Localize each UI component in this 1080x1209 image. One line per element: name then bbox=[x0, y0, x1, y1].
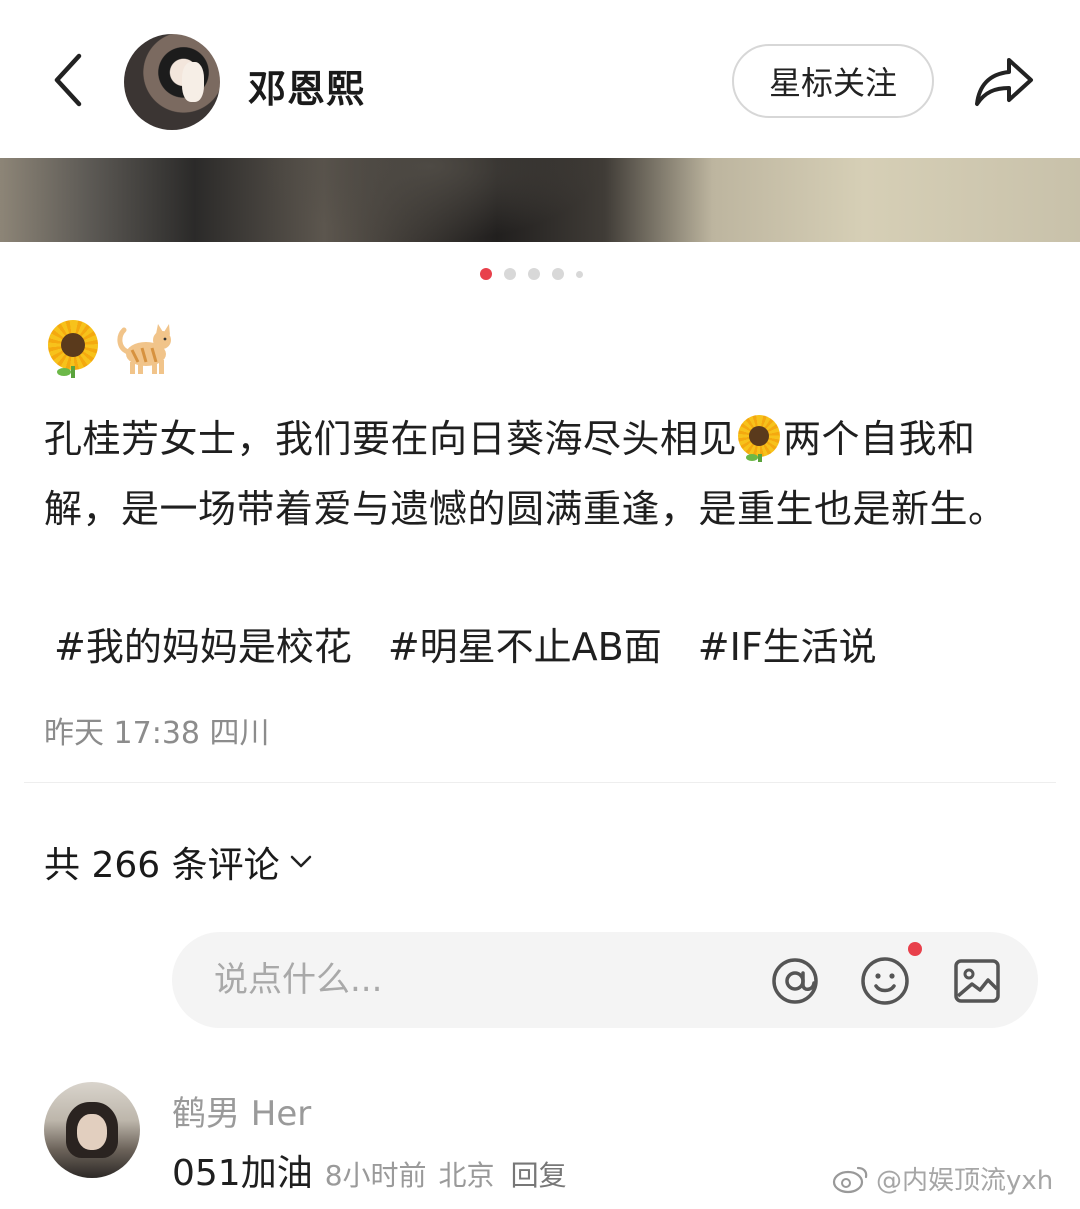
mention-button[interactable] bbox=[768, 954, 822, 1008]
at-icon bbox=[772, 958, 818, 1004]
comment-composer bbox=[172, 932, 1038, 1028]
page-dot[interactable] bbox=[504, 268, 516, 280]
notification-dot bbox=[908, 942, 922, 956]
smiley-icon bbox=[861, 957, 909, 1005]
commenter-avatar[interactable] bbox=[44, 1082, 140, 1178]
image-icon bbox=[954, 959, 1000, 1003]
carousel-pagination bbox=[480, 267, 583, 281]
divider bbox=[24, 782, 1056, 783]
sunflower-icon bbox=[737, 414, 783, 462]
comment-count-label: 共 266 条评论 bbox=[44, 845, 280, 886]
post-meta: 昨天 17:38 四川 bbox=[44, 716, 270, 751]
author-avatar[interactable] bbox=[124, 34, 220, 130]
back-button[interactable] bbox=[38, 50, 98, 110]
image-shade bbox=[260, 158, 600, 242]
page-dot[interactable] bbox=[576, 270, 583, 278]
emoji-button[interactable] bbox=[858, 954, 912, 1008]
watermark-text: @内娱顶流yxh bbox=[876, 1166, 1054, 1196]
post-body: 孔桂芳女士，我们要在向日葵海尽头相见 两个自我和解，是一场带着爱与遗憾的圆满重逢，… bbox=[44, 404, 1034, 544]
comment-input[interactable] bbox=[214, 932, 734, 1028]
comment-location: 北京 bbox=[438, 1159, 495, 1192]
share-button[interactable] bbox=[966, 44, 1042, 120]
comment-text: 051加油 bbox=[172, 1153, 313, 1194]
comment-sort-toggle[interactable]: 共 266 条评论 bbox=[44, 836, 312, 888]
page-dot[interactable] bbox=[528, 268, 540, 280]
top-bar: 邓恩熙 星标关注 bbox=[0, 0, 1080, 160]
watermark: @内娱顶流yxh bbox=[832, 1160, 1053, 1197]
share-arrow-icon bbox=[975, 58, 1033, 106]
author-name[interactable]: 邓恩熙 bbox=[248, 58, 365, 113]
reply-button[interactable]: 回复 bbox=[511, 1154, 567, 1194]
comment-time: 8小时前 bbox=[324, 1159, 427, 1192]
commenter-name[interactable]: 鹤男 Her bbox=[172, 1086, 311, 1135]
hashtag-link[interactable]: #IF生活说 bbox=[698, 616, 877, 671]
post-emoji-line bbox=[46, 316, 174, 380]
weibo-logo-icon bbox=[832, 1166, 868, 1193]
avatar-highlight bbox=[182, 62, 204, 102]
post-detail-page: 邓恩熙 星标关注 孔桂芳女士，我们要在向日葵海尽头相见 两个自我和解，是一场带着… bbox=[0, 0, 1080, 1209]
post-text-part1: 孔桂芳女士，我们要在向日葵海尽头相见 bbox=[44, 417, 738, 461]
star-follow-button[interactable]: 星标关注 bbox=[732, 44, 934, 118]
hashtag-link[interactable]: #我的妈妈是校花 bbox=[54, 616, 352, 671]
page-dot[interactable] bbox=[552, 268, 564, 280]
cat-icon bbox=[117, 324, 171, 374]
hashtag-link[interactable]: #明星不止AB面 bbox=[388, 616, 662, 671]
image-button[interactable] bbox=[950, 954, 1004, 1008]
post-image-carousel[interactable] bbox=[0, 158, 1080, 242]
sunflower-icon bbox=[46, 318, 102, 378]
chevron-left-icon bbox=[54, 53, 82, 107]
chevron-down-icon bbox=[290, 855, 311, 868]
hashtag-list: #我的妈妈是校花 #明星不止AB面 #IF生活说 bbox=[54, 616, 877, 671]
comment-content-line: 051加油 8小时前 北京 回复 bbox=[172, 1144, 567, 1196]
page-dot-active[interactable] bbox=[480, 268, 492, 280]
